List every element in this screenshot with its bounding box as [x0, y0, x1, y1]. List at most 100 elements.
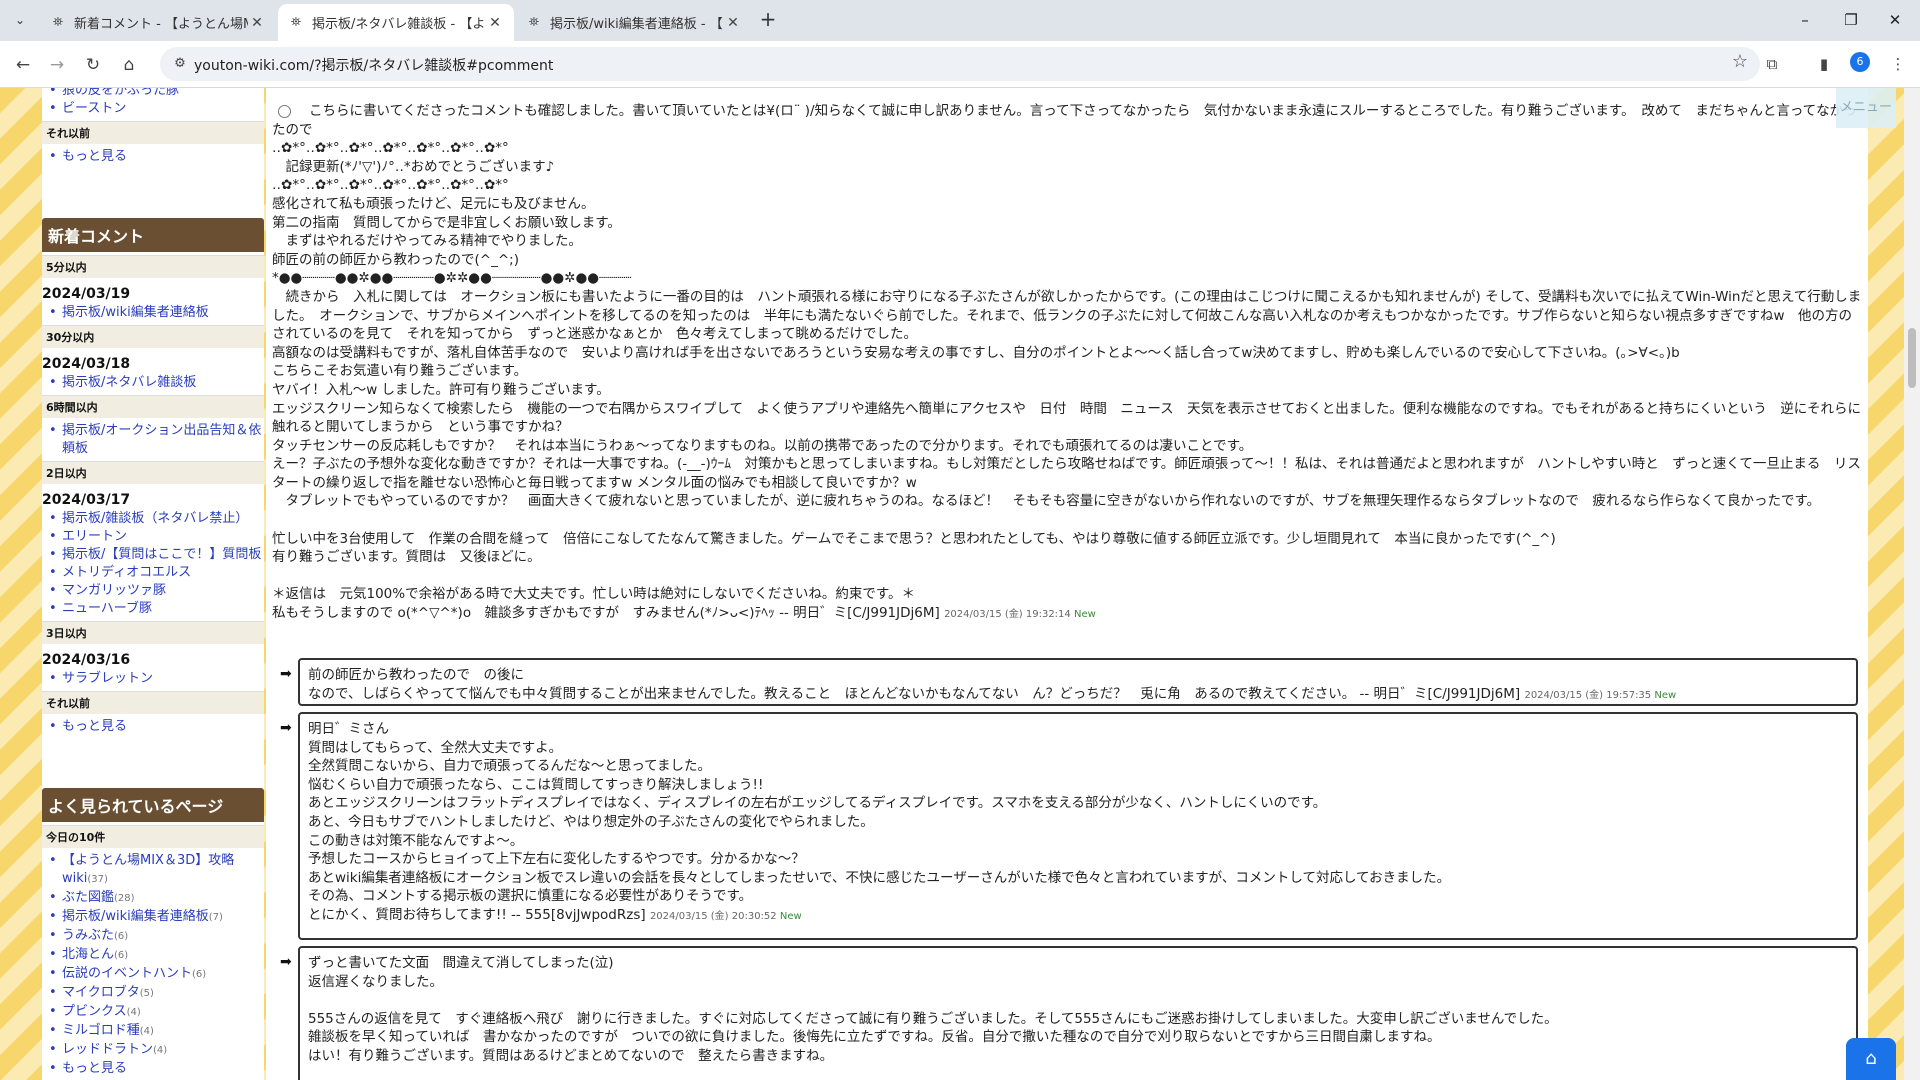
- more-link[interactable]: もっと見る: [62, 149, 127, 164]
- side-panel-icon[interactable]: ▮: [1812, 52, 1836, 76]
- list-item[interactable]: ビーストン: [49, 100, 264, 118]
- section-date: 2024/03/18: [42, 356, 131, 372]
- list-item[interactable]: マンガリッツァ豚: [49, 582, 264, 600]
- tab-title: 掲示板/wiki編集者連絡板 - 【よう: [550, 17, 724, 32]
- section-label: 今日の10件: [42, 825, 264, 848]
- browser-menu-icon[interactable]: ⋮: [1886, 52, 1910, 76]
- sidebar-link[interactable]: 狼の皮をかぶった豚: [62, 88, 179, 98]
- profile-avatar[interactable]: 6: [1850, 52, 1870, 72]
- new-badge: New: [1073, 609, 1096, 621]
- list-item[interactable]: 掲示板/雑談板（ネタバレ禁止）: [49, 510, 264, 528]
- sidebar-link[interactable]: 掲示板/ネタバレ雑談板: [62, 375, 196, 390]
- text-line: 雑談板を早く知っていれば 書かなかったのですが ついでの欲に負けました。後悔先に…: [308, 1029, 1441, 1046]
- text-line: えー？子ぶたの予想外な変化な動きですか？それは一大事ですね。(-__-)ｳｰﾑ …: [272, 456, 1861, 491]
- sidebar-link[interactable]: 掲示板/wiki編集者連絡板: [62, 909, 209, 924]
- list-item[interactable]: もっと見る: [49, 148, 264, 166]
- comment-first-line: こちらに書いてくださったコメントも確認しました。書いて頂いていたとは¥(ロ¨ )…: [272, 102, 1862, 139]
- close-window-button[interactable]: ✕: [1872, 8, 1918, 32]
- menu-toggle-button[interactable]: メニュー: [1836, 88, 1896, 128]
- list-item[interactable]: 掲示板/ネタバレ雑談板: [49, 374, 264, 392]
- floating-action-button[interactable]: ⌂: [1846, 1038, 1896, 1080]
- text-line: タッチセンサーの反応耗しもですか？ それは本当にうわぁ〜ってなりますものね。以前…: [272, 437, 1253, 454]
- home-button[interactable]: ⌂: [114, 50, 144, 80]
- sidebar-link[interactable]: 掲示板/雑談板（ネタバレ禁止）: [62, 511, 248, 526]
- forward-button[interactable]: →: [42, 50, 72, 80]
- sidebar-link[interactable]: メトリディオコエルス: [62, 565, 191, 580]
- reply-timestamp: 2024/03/15 (金) 20:30:52 New: [650, 911, 802, 922]
- section-label: それ以前: [42, 121, 264, 144]
- list-item[interactable]: レッドドラトン(4): [49, 1041, 264, 1060]
- back-button[interactable]: ←: [8, 50, 38, 80]
- more-link[interactable]: もっと見る: [62, 1061, 127, 1076]
- address-bar[interactable]: ⚙ youton-wiki.com/?掲示板/ネタバレ雑談板#pcomment …: [160, 47, 1760, 81]
- url-text[interactable]: youton-wiki.com/?掲示板/ネタバレ雑談板#pcomment: [194, 55, 553, 75]
- close-tab-icon[interactable]: ✕: [724, 15, 742, 31]
- sidebar-link[interactable]: サラブレットン: [62, 671, 153, 686]
- close-tab-icon[interactable]: ✕: [486, 15, 504, 31]
- reload-button[interactable]: ↻: [78, 50, 108, 80]
- text-line: 質問はしてもらって、全然大丈夫ですよ。: [308, 739, 563, 756]
- site-info-icon[interactable]: ⚙: [170, 54, 190, 74]
- comment-author: -- 明日゛ミ[C/J991JDj6M]: [779, 605, 940, 622]
- sidebar-link[interactable]: ミルゴロド種: [62, 1023, 140, 1038]
- text-line: 感化されて私も頑張ったけど、足元にも及びません。: [272, 195, 595, 212]
- sidebar-link[interactable]: レッドドラトン: [62, 1042, 153, 1057]
- comment-text: 私もそうしますので o(*^▽^*)o 雑談多すぎかもですが すみません(*ﾉ>…: [272, 605, 775, 622]
- sidebar-link[interactable]: 掲示板/wiki編集者連絡板: [62, 305, 209, 320]
- sidebar-link[interactable]: うみぶた: [62, 928, 114, 943]
- list-item[interactable]: 掲示板/【質問はここで！】質問板: [49, 546, 264, 564]
- list-item[interactable]: 狼の皮をかぶった豚: [49, 88, 264, 100]
- minimize-button[interactable]: –: [1782, 8, 1828, 32]
- tab-editor-board[interactable]: ⛯ 掲示板/wiki編集者連絡板 - 【よう ✕: [516, 4, 752, 41]
- reply-last-line: なので、しばらくやってて悩んでも中々質問することが出来ませんでした。教えること …: [308, 685, 1848, 706]
- reply-box: ずっと書いてた文面 間違えて消してしまった(泣) 返信遅くなりました。 555さん…: [298, 946, 1858, 1080]
- list-item[interactable]: 掲示板/wiki編集者連絡板: [49, 304, 264, 322]
- page-scrollbar[interactable]: [1904, 88, 1920, 1080]
- list-item[interactable]: うみぶた(6): [49, 927, 264, 946]
- list-item[interactable]: メトリディオコエルス: [49, 564, 264, 582]
- sidebar-link[interactable]: マイクロブタ: [62, 985, 140, 1000]
- list-item[interactable]: 【ようとん場MIX＆3D】攻略wiki(37): [49, 852, 264, 889]
- new-tab-button[interactable]: +: [756, 8, 780, 32]
- text-line: 返信遅くなりました。: [308, 973, 443, 990]
- reply-radio[interactable]: [278, 104, 291, 118]
- bookmark-star-icon[interactable]: ☆: [1732, 51, 1748, 72]
- list-item[interactable]: サラブレットン: [49, 670, 264, 688]
- list-item[interactable]: マイクロブタ(5): [49, 984, 264, 1003]
- reply-text: 前の師匠から教わったので の後に: [308, 667, 524, 683]
- sidebar-link[interactable]: 掲示板/【質問はここで！】質問板: [62, 547, 261, 562]
- sidebar-link[interactable]: ビーストン: [62, 101, 126, 116]
- sidebar-link[interactable]: プビンクス: [62, 1004, 127, 1019]
- close-tab-icon[interactable]: ✕: [248, 15, 266, 31]
- tab-search-button[interactable]: ⌄: [8, 8, 32, 32]
- list-item[interactable]: 北海とん(6): [49, 946, 264, 965]
- list-item[interactable]: ニューハーブ豚: [49, 600, 264, 618]
- extensions-icon[interactable]: ⧉: [1760, 52, 1784, 76]
- scrollbar-thumb[interactable]: [1908, 328, 1916, 388]
- sidebar-link[interactable]: ニューハーブ豚: [62, 601, 152, 616]
- sidebar-link[interactable]: 北海とん: [62, 947, 114, 962]
- list-item[interactable]: 掲示板/オークション出品告知＆依頼板: [49, 422, 264, 458]
- tab-netabare-board[interactable]: ⛯ 掲示板/ネタバレ雑談板 - 【ようとん ✕: [278, 4, 514, 41]
- more-link[interactable]: もっと見る: [62, 719, 127, 734]
- list-item[interactable]: ミルゴロド種(4): [49, 1022, 264, 1041]
- list-item[interactable]: もっと見る: [49, 1060, 264, 1078]
- view-count: (4): [126, 1007, 141, 1018]
- sidebar-link[interactable]: エリートン: [62, 529, 127, 544]
- list-item[interactable]: 掲示板/wiki編集者連絡板(7): [49, 908, 264, 927]
- sidebar-link[interactable]: 伝説のイベントハント: [62, 966, 192, 981]
- reply-text: とにかく、質問お待ちしてます!!: [308, 906, 507, 923]
- tab-title: 掲示板/ネタバレ雑談板 - 【ようとん: [312, 17, 486, 32]
- list-item[interactable]: 伝説のイベントハント(6): [49, 965, 264, 984]
- tab-recent-comments[interactable]: ⛯ 新着コメント - 【ようとん場MIX＆3D ✕: [40, 4, 276, 41]
- sidebar-link[interactable]: マンガリッツァ豚: [62, 583, 166, 598]
- list-item[interactable]: プビンクス(4): [49, 1003, 264, 1022]
- list-item[interactable]: ぶた図鑑(28): [49, 889, 264, 908]
- list-item[interactable]: もっと見る: [49, 718, 264, 736]
- text-line: あとエッジスクリーンはフラットディスプレイではなく、ディスプレイの左右がエッジし…: [308, 795, 1327, 812]
- tab-title: 新着コメント - 【ようとん場MIX＆3D: [74, 17, 248, 32]
- sidebar-link[interactable]: ぶた図鑑: [62, 890, 114, 905]
- restore-button[interactable]: ❐: [1828, 8, 1874, 32]
- list-item[interactable]: エリートン: [49, 528, 264, 546]
- sidebar-link[interactable]: 掲示板/オークション出品告知＆依頼板: [62, 423, 261, 456]
